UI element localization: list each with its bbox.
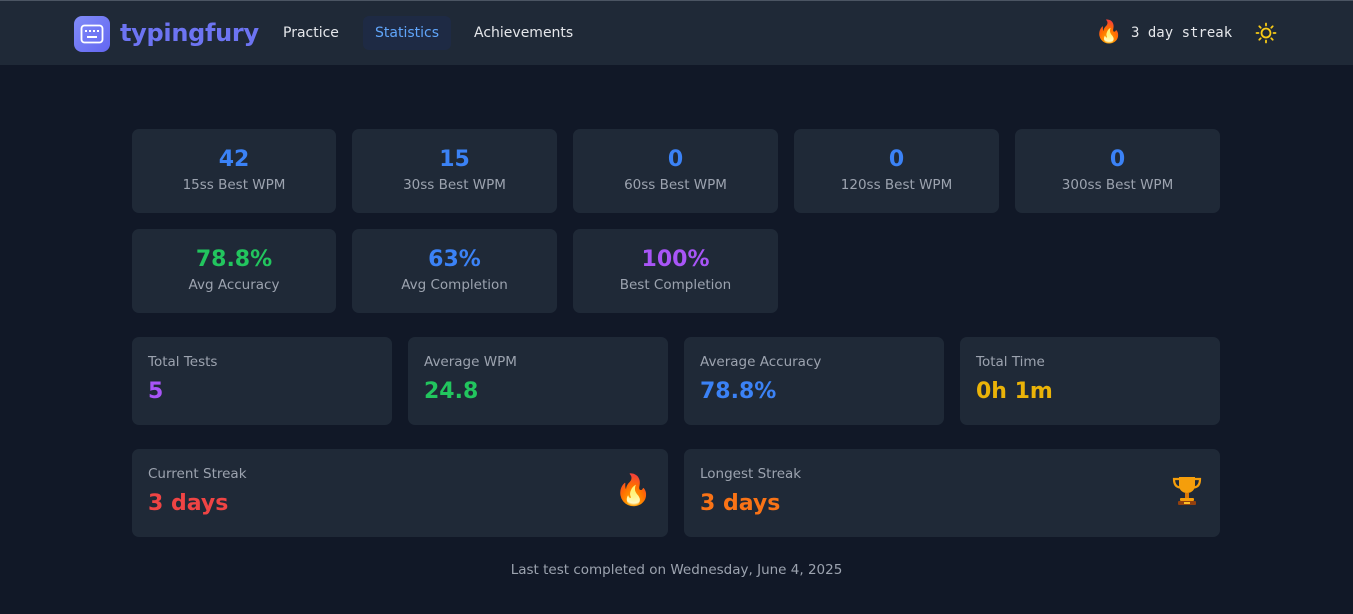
best-wpm-card-30s: 15 30ss Best WPM xyxy=(352,129,557,213)
best-wpm-label: 15ss Best WPM xyxy=(182,177,286,193)
total-tests-label: Total Tests xyxy=(148,354,218,370)
streak-indicator: 3 day streak xyxy=(1131,25,1233,41)
average-wpm-card: Average WPM 24.8 xyxy=(408,337,668,425)
avg-completion-value: 63% xyxy=(428,247,481,272)
theme-toggle-button[interactable] xyxy=(1253,20,1279,46)
average-wpm-label: Average WPM xyxy=(424,354,517,370)
best-wpm-value: 0 xyxy=(1109,147,1126,172)
best-completion-value: 100% xyxy=(641,247,710,272)
top-nav-bar: typingfury Practice Statistics Achieveme… xyxy=(0,0,1353,65)
best-completion-card: 100% Best Completion xyxy=(573,229,778,313)
current-streak-card: Current Streak 3 days 🔥 xyxy=(132,449,668,537)
avg-accuracy-card: 78.8% Avg Accuracy xyxy=(132,229,336,313)
nav-practice[interactable]: Practice xyxy=(271,16,351,50)
avg-completion-card: 63% Avg Completion xyxy=(352,229,557,313)
best-wpm-card-300s: 0 300ss Best WPM xyxy=(1015,129,1220,213)
last-test-info: Last test completed on Wednesday, June 4… xyxy=(510,562,843,578)
best-wpm-label: 60ss Best WPM xyxy=(624,177,727,193)
total-tests-value: 5 xyxy=(148,379,164,404)
longest-streak-label: Longest Streak xyxy=(700,466,802,482)
best-wpm-card-120s: 0 120ss Best WPM xyxy=(794,129,999,213)
avg-accuracy-label: Avg Accuracy xyxy=(188,277,280,293)
keyboard-icon[interactable] xyxy=(74,16,110,52)
app-logo-text[interactable]: typingfury xyxy=(120,17,259,49)
trophy-icon xyxy=(1170,473,1204,516)
best-wpm-card-60s: 0 60ss Best WPM xyxy=(573,129,778,213)
best-completion-label: Best Completion xyxy=(619,277,732,293)
average-accuracy-label: Average Accuracy xyxy=(700,354,822,370)
average-wpm-value: 24.8 xyxy=(424,379,479,404)
best-wpm-label: 30ss Best WPM xyxy=(403,177,506,193)
nav-statistics[interactable]: Statistics xyxy=(363,16,451,50)
average-accuracy-card: Average Accuracy 78.8% xyxy=(684,337,944,425)
nav-achievements[interactable]: Achievements xyxy=(462,16,585,50)
best-wpm-value: 0 xyxy=(667,147,684,172)
total-tests-card: Total Tests 5 xyxy=(132,337,392,425)
best-wpm-label: 120ss Best WPM xyxy=(840,177,953,193)
current-streak-label: Current Streak xyxy=(148,466,247,482)
best-wpm-card-15s: 42 15ss Best WPM xyxy=(132,129,336,213)
avg-accuracy-value: 78.8% xyxy=(195,247,273,272)
sun-icon xyxy=(1255,22,1277,44)
best-wpm-value: 15 xyxy=(439,147,470,172)
longest-streak-value: 3 days xyxy=(700,491,781,516)
fire-icon: 🔥 xyxy=(1095,20,1123,45)
best-wpm-label: 300ss Best WPM xyxy=(1061,177,1174,193)
total-time-value: 0h 1m xyxy=(976,379,1053,404)
best-wpm-value: 42 xyxy=(218,147,250,172)
current-streak-value: 3 days xyxy=(148,491,229,516)
avg-completion-label: Avg Completion xyxy=(401,277,508,293)
best-wpm-value: 0 xyxy=(888,147,905,172)
total-time-label: Total Time xyxy=(976,354,1045,370)
longest-streak-card: Longest Streak 3 days xyxy=(684,449,1220,537)
fire-icon: 🔥 xyxy=(614,473,652,508)
total-time-card: Total Time 0h 1m xyxy=(960,337,1220,425)
average-accuracy-value: 78.8% xyxy=(700,379,777,404)
